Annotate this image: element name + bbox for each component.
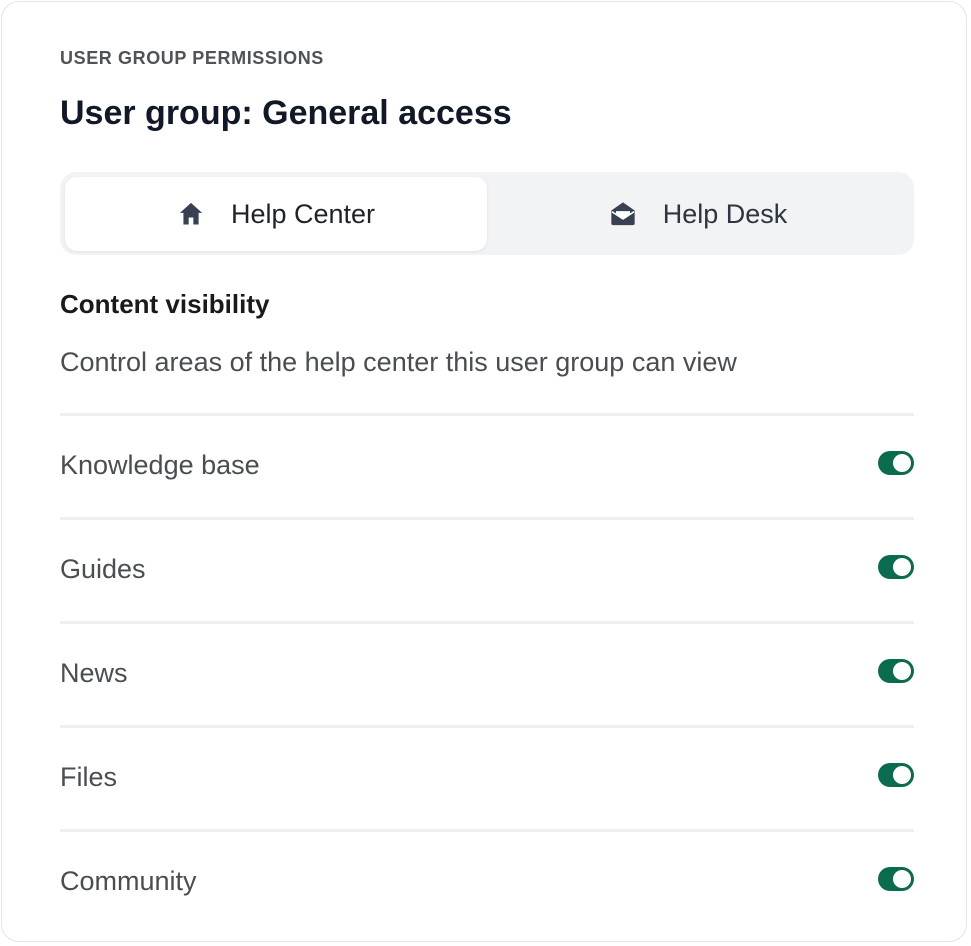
toggle-knob xyxy=(893,558,911,576)
tab-help-desk-label: Help Desk xyxy=(662,198,788,229)
tab-help-center[interactable]: Help Center xyxy=(65,177,487,251)
permissions-card: USER GROUP PERMISSIONS User group: Gener… xyxy=(1,1,967,942)
row-label: Community xyxy=(60,866,197,896)
toggle-knob xyxy=(893,662,911,680)
row-label: Guides xyxy=(60,554,146,584)
community-toggle[interactable] xyxy=(878,867,914,891)
page-title: User group: General access xyxy=(60,94,512,132)
guides-toggle[interactable] xyxy=(878,555,914,579)
row-label: News xyxy=(60,658,128,688)
visibility-list: Knowledge base Guides News Files Communi… xyxy=(60,413,914,933)
files-toggle[interactable] xyxy=(878,763,914,787)
envelope-open-icon xyxy=(609,200,637,228)
section-description: Control areas of the help center this us… xyxy=(60,347,737,377)
row-label: Knowledge base xyxy=(60,450,260,480)
tab-bar: Help Center Help Desk xyxy=(60,172,914,255)
home-icon xyxy=(177,200,205,228)
tab-help-center-label: Help Center xyxy=(230,198,376,229)
news-toggle[interactable] xyxy=(878,659,914,683)
list-item-news: News xyxy=(60,621,914,725)
knowledge-base-toggle[interactable] xyxy=(878,451,914,475)
row-label: Files xyxy=(60,762,118,792)
eyebrow-label: USER GROUP PERMISSIONS xyxy=(60,48,324,68)
tab-help-desk[interactable]: Help Desk xyxy=(487,177,909,251)
section-title: Content visibility xyxy=(60,289,270,319)
toggle-knob xyxy=(893,766,911,784)
list-item-community: Community xyxy=(60,829,914,933)
toggle-knob xyxy=(893,454,911,472)
toggle-knob xyxy=(893,870,911,888)
list-item-guides: Guides xyxy=(60,517,914,621)
list-item-files: Files xyxy=(60,725,914,829)
list-item-knowledge-base: Knowledge base xyxy=(60,413,914,517)
